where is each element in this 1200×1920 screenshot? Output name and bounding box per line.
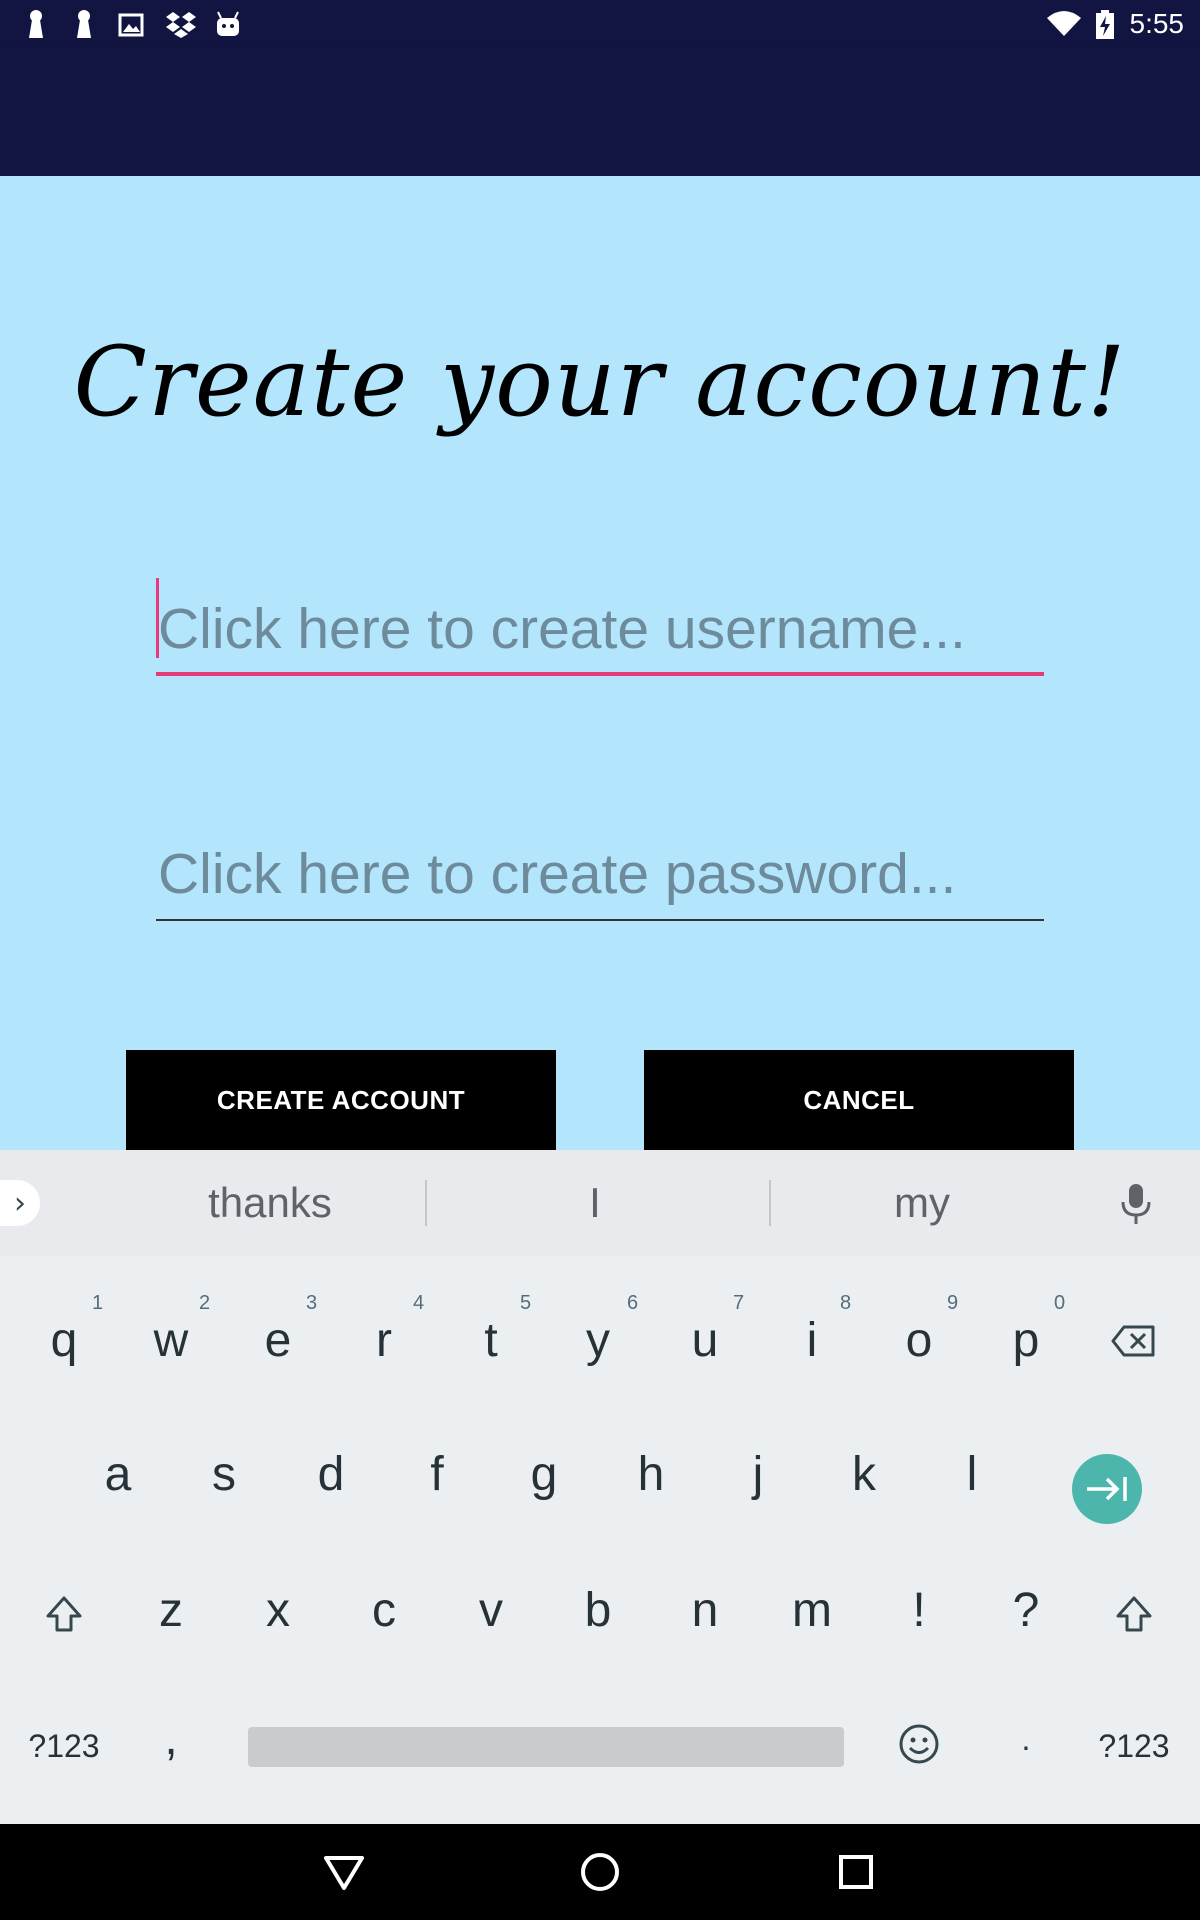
key-d[interactable]: d [281,1420,381,1528]
tab-arrow-icon [1087,1477,1127,1501]
password-underline [156,919,1044,921]
key-k[interactable]: k [814,1420,914,1528]
key-hint: 5 [520,1292,532,1314]
symbols-key-right[interactable]: ?123 [1084,1692,1184,1800]
page-title: Create your account! [73,326,1127,438]
key-g[interactable]: g [494,1420,594,1528]
suggestion-divider [425,1180,427,1226]
key-b[interactable]: b [548,1556,648,1664]
key-hint: 6 [627,1292,639,1314]
username-placeholder: Click here to create username... [158,597,966,661]
key-h[interactable]: h [601,1420,701,1528]
dropbox-icon [166,12,196,38]
image-icon [118,13,144,37]
key-hint: 0 [1054,1292,1066,1314]
shift-right-icon[interactable] [1114,1594,1154,1634]
suggestion-2[interactable]: I [430,1150,760,1256]
symbols-key-left[interactable]: ?123 [14,1692,114,1800]
notification-icon [29,10,43,38]
status-bar: 5:55 [0,0,1200,48]
key-j[interactable]: j [708,1420,808,1528]
battery-charging-icon [1096,10,1114,39]
key-period[interactable]: · [976,1692,1076,1800]
key-m[interactable]: m [762,1556,862,1664]
key-hint: 1 [92,1292,104,1314]
password-field[interactable]: Click here to create password... [156,821,1044,921]
key-hint: 9 [947,1292,959,1314]
username-field[interactable]: Click here to create username... [156,576,1044,676]
suggestion-3[interactable]: my [772,1150,1072,1256]
chevron-right-icon[interactable]: › [0,1180,40,1226]
key-z[interactable]: z [121,1556,221,1664]
key-f[interactable]: f [387,1420,487,1528]
app-bar [0,48,1200,176]
username-underline [156,672,1044,676]
soft-keyboard: › thanks I my q w e r t y u i o p 1 2 3 … [0,1150,1200,1824]
navigation-bar [0,1824,1200,1920]
backspace-icon[interactable] [1110,1324,1156,1358]
recents-icon[interactable] [832,1848,880,1896]
status-time: 5:55 [1129,8,1185,39]
key-v[interactable]: v [441,1556,541,1664]
key-hint: 8 [840,1292,852,1314]
suggestion-1[interactable]: thanks [110,1150,430,1256]
cancel-button[interactable]: CANCEL [644,1050,1074,1150]
android-icon [217,11,239,36]
suggestion-divider [769,1180,771,1226]
suggestion-strip: › thanks I my [0,1150,1200,1256]
space-bar[interactable] [248,1727,844,1767]
key-x[interactable]: x [228,1556,328,1664]
key-question[interactable]: ? [976,1556,1076,1664]
key-hint: 7 [733,1292,745,1314]
shift-left-icon[interactable] [44,1594,84,1634]
key-exclamation[interactable]: ! [869,1556,969,1664]
key-n[interactable]: n [655,1556,755,1664]
key-a[interactable]: a [68,1420,168,1528]
notification-icon [77,10,91,38]
key-c[interactable]: c [334,1556,434,1664]
key-s[interactable]: s [174,1420,274,1528]
key-comma[interactable]: , [121,1684,221,1792]
next-field-button[interactable] [1072,1454,1142,1524]
key-hint: 3 [306,1292,318,1314]
microphone-icon[interactable] [1116,1182,1156,1226]
create-account-form: Create your account! Click here to creat… [0,176,1200,1150]
emoji-icon[interactable] [898,1723,940,1765]
home-icon[interactable] [576,1848,624,1896]
key-hint: 2 [199,1292,211,1314]
key-hint: 4 [413,1292,425,1314]
key-l[interactable]: l [922,1420,1022,1528]
create-account-button[interactable]: CREATE ACCOUNT [126,1050,556,1150]
back-icon[interactable] [320,1848,368,1896]
password-placeholder: Click here to create password... [158,842,957,906]
wifi-icon [1047,11,1081,36]
